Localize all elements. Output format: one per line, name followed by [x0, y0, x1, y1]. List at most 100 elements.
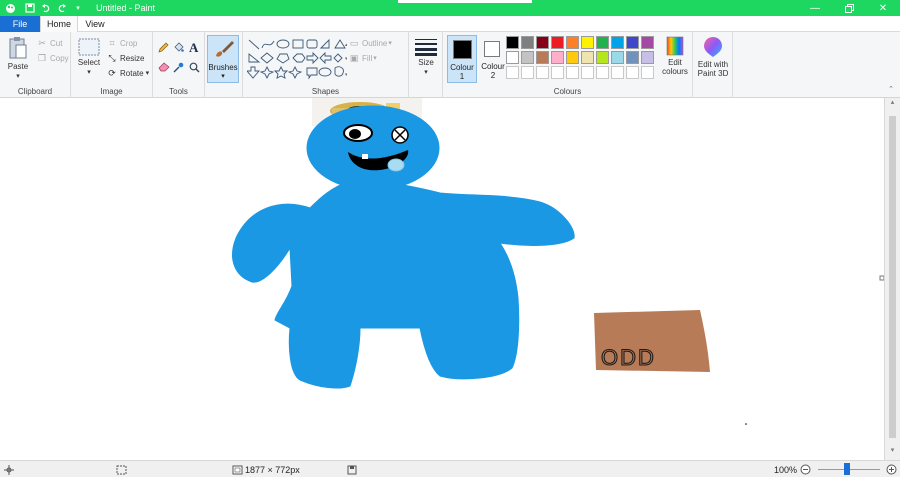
palette-swatch[interactable]: [626, 66, 639, 79]
paste-dropdown-icon[interactable]: ▾: [16, 73, 20, 80]
palette-swatch[interactable]: [521, 36, 534, 49]
scroll-down-icon[interactable]: ▾: [885, 446, 900, 460]
minimize-button[interactable]: —: [798, 0, 832, 16]
ribbon-tabs: File Home View: [0, 16, 900, 33]
magnifier-icon[interactable]: [189, 62, 200, 73]
palette-swatch[interactable]: [626, 36, 639, 49]
select-label: Select: [77, 58, 101, 67]
palette-swatch[interactable]: [566, 66, 579, 79]
eraser-icon[interactable]: [158, 62, 170, 72]
palette-swatch[interactable]: [641, 36, 654, 49]
colour1-label: Colour 1: [450, 63, 474, 81]
fill-button[interactable]: ▣ Fill ▾: [349, 53, 377, 63]
palette-swatch[interactable]: [611, 36, 624, 49]
title-highlight-bar: [398, 0, 532, 3]
crop-icon: ⌗: [109, 37, 115, 48]
zoom-in-button[interactable]: [886, 461, 897, 478]
brushes-group: [205, 32, 243, 98]
paste-icon: [9, 37, 27, 59]
palette-swatch[interactable]: [641, 66, 654, 79]
copy-icon: ❐: [37, 52, 47, 63]
canvas-dimensions: 1877 × 772px: [245, 464, 300, 475]
colours-group-label: Colours: [553, 87, 582, 96]
edit-with-paint3d-button[interactable]: Edit with Paint 3D: [696, 36, 730, 78]
svg-text:▾: ▾: [345, 72, 347, 78]
cut-button[interactable]: ✂ Cut: [37, 38, 62, 48]
palette-swatch[interactable]: [521, 51, 534, 64]
palette-swatch[interactable]: [581, 36, 594, 49]
rotate-icon: ⟳: [108, 67, 116, 78]
resize-button[interactable]: ⤡ Resize: [107, 53, 144, 63]
scroll-up-icon[interactable]: ▴: [885, 98, 900, 112]
canvas-dot: [745, 423, 747, 425]
palette-swatch[interactable]: [581, 66, 594, 79]
edit-colours-button[interactable]: Edit colours: [659, 36, 691, 76]
crop-button[interactable]: ⌗ Crop: [107, 38, 137, 48]
ribbon: Paste ▾ ✂ Cut ❐ Copy Clipboard Select ▾ ⌗ Cro…: [0, 32, 900, 98]
tab-file[interactable]: File: [0, 16, 40, 32]
copy-button[interactable]: ❐ Copy: [37, 53, 69, 63]
close-button[interactable]: ✕: [866, 0, 900, 16]
palette-swatch[interactable]: [611, 51, 624, 64]
palette-swatch[interactable]: [596, 36, 609, 49]
size-dropdown-icon[interactable]: ▾: [424, 69, 428, 76]
restore-button[interactable]: [832, 0, 866, 16]
color-picker-icon[interactable]: [173, 62, 184, 73]
rotate-button[interactable]: ⟳ Rotate ▾: [107, 68, 149, 78]
palette-swatch[interactable]: [626, 51, 639, 64]
zoom-slider-thumb[interactable]: [844, 463, 850, 475]
colour1-button[interactable]: Colour 1: [447, 35, 477, 83]
drawing-canvas[interactable]: ODD: [0, 98, 884, 460]
paste-label: Paste: [7, 62, 29, 71]
outline-button[interactable]: ▭ Outline ▾: [349, 38, 392, 48]
scrollbar-thumb[interactable]: [889, 116, 896, 438]
shapes-gallery[interactable]: ▴ ▾ ▾: [247, 38, 347, 80]
palette-swatch[interactable]: [596, 66, 609, 79]
palette-swatch[interactable]: [551, 36, 564, 49]
palette-swatch[interactable]: [611, 66, 624, 79]
palette-swatch[interactable]: [581, 51, 594, 64]
palette-swatch[interactable]: [551, 51, 564, 64]
paste-button[interactable]: Paste ▾: [4, 36, 32, 80]
window-title: Untitled - Paint: [96, 3, 156, 13]
palette-swatch[interactable]: [551, 66, 564, 79]
palette-swatch[interactable]: [536, 36, 549, 49]
select-dropdown-icon[interactable]: ▾: [87, 69, 91, 76]
save-icon[interactable]: [24, 2, 36, 14]
rotate-dropdown-icon[interactable]: ▾: [146, 69, 150, 77]
collapse-ribbon-icon[interactable]: ⌃: [888, 85, 894, 93]
palette-swatch[interactable]: [536, 51, 549, 64]
select-button[interactable]: Select ▾: [76, 38, 102, 76]
palette-swatch[interactable]: [596, 51, 609, 64]
palette-swatch[interactable]: [506, 51, 519, 64]
palette-swatch[interactable]: [506, 36, 519, 49]
paint-app-icon[interactable]: [4, 2, 16, 14]
shapes-group: ▴ ▾ ▾ ▭ Outline ▾ ▣ Fill ▾ Shapes: [243, 32, 409, 98]
pencil-icon[interactable]: [158, 42, 169, 53]
cut-label: Cut: [50, 38, 63, 48]
file-size-icon: [347, 461, 357, 478]
resize-label: Resize: [120, 53, 145, 63]
palette-swatch[interactable]: [506, 66, 519, 79]
colour2-button[interactable]: Colour 2: [479, 35, 507, 83]
shapes-group-label: Shapes: [311, 87, 340, 96]
palette-swatch[interactable]: [566, 51, 579, 64]
tab-view[interactable]: View: [80, 16, 110, 32]
svg-text:▴: ▴: [345, 42, 347, 48]
outline-dropdown-icon[interactable]: ▾: [388, 39, 392, 47]
zoom-slider[interactable]: [816, 461, 882, 478]
vertical-scrollbar[interactable]: ▴ ▾: [884, 98, 900, 460]
zoom-out-button[interactable]: [800, 461, 811, 478]
palette-swatch[interactable]: [521, 66, 534, 79]
fill-bucket-icon[interactable]: [173, 42, 184, 53]
size-button[interactable]: Size ▾: [412, 38, 440, 76]
palette-swatch[interactable]: [566, 36, 579, 49]
palette-swatch[interactable]: [536, 66, 549, 79]
text-tool-icon[interactable]: A: [189, 40, 198, 56]
customize-toolbar-chevron-icon[interactable]: ▾: [72, 2, 84, 14]
palette-swatch[interactable]: [641, 51, 654, 64]
tab-home[interactable]: Home: [40, 16, 78, 33]
redo-icon[interactable]: [56, 2, 68, 14]
fill-dropdown-icon[interactable]: ▾: [373, 54, 377, 62]
undo-icon[interactable]: [40, 2, 52, 14]
